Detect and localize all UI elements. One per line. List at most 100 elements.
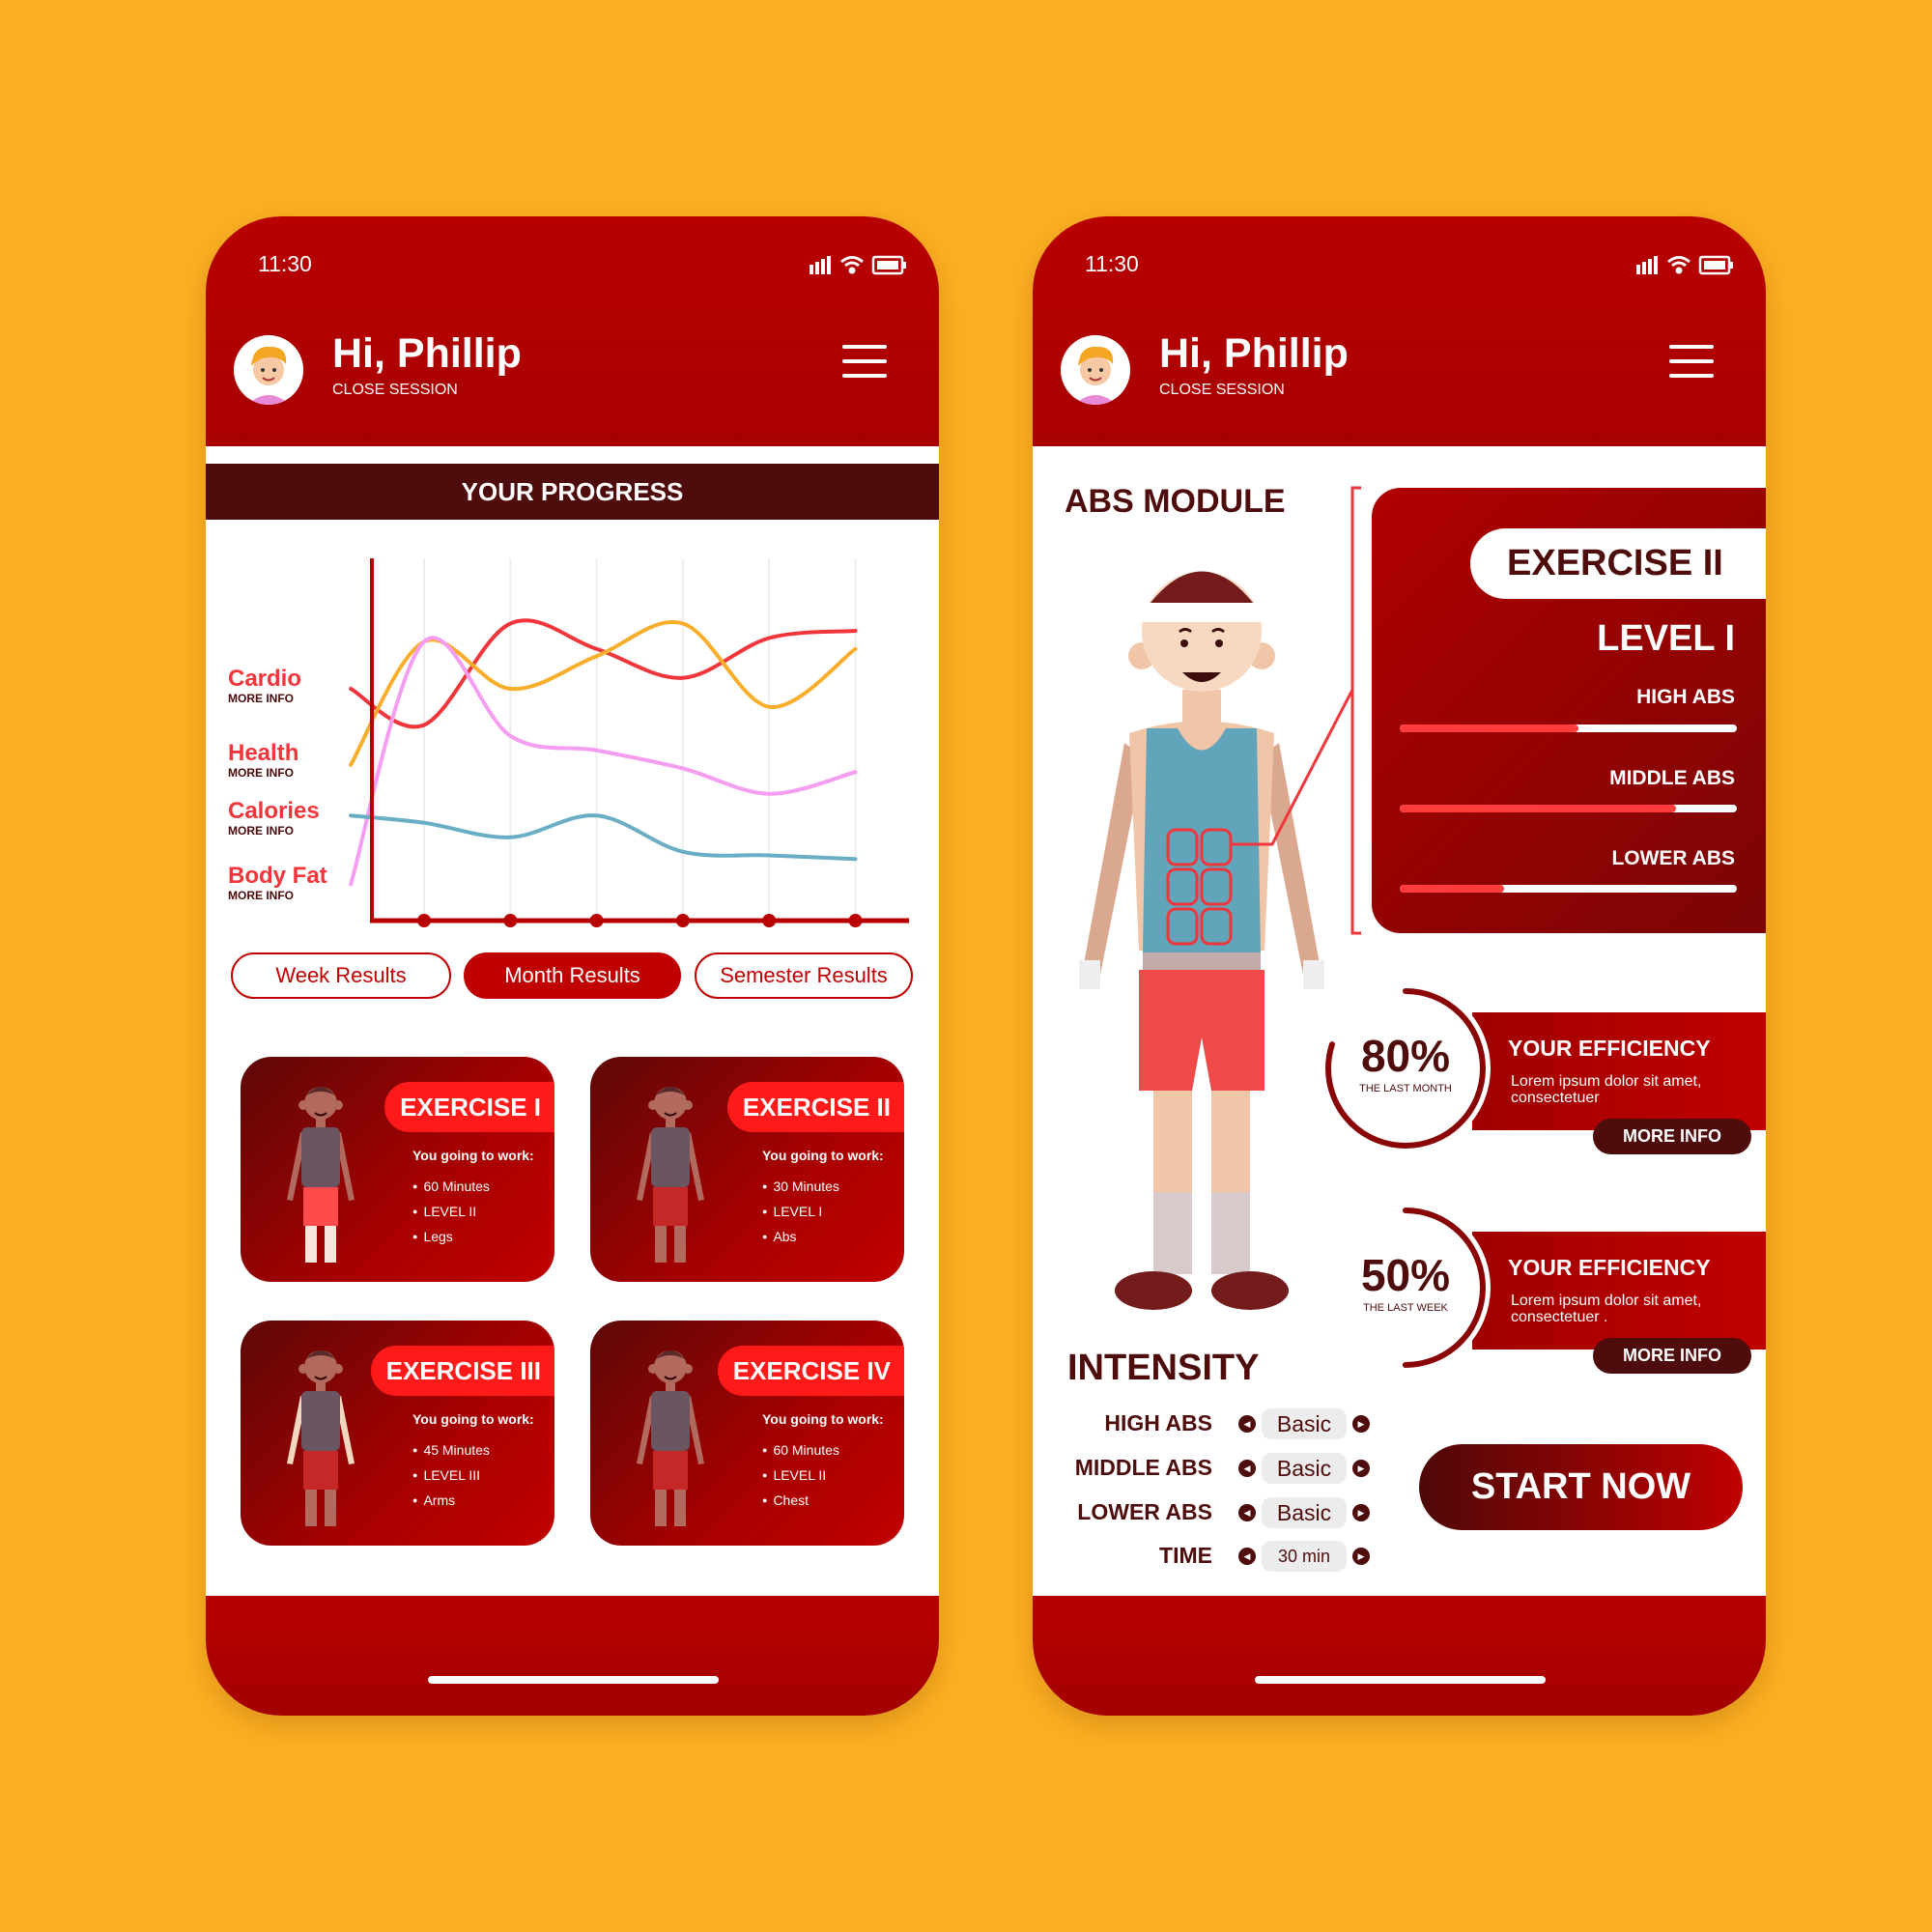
exercise-details: 60 MinutesLEVEL IIChest [762,1442,839,1518]
efficiency-percent: 50% [1360,1250,1451,1300]
exercise-figure [627,1074,714,1267]
chevron-right-icon[interactable]: ▶ [1352,1548,1370,1565]
more-info-link[interactable]: MORE INFO [228,824,320,838]
intensity-value: 30 min [1262,1541,1347,1572]
exercise-card[interactable]: EXERCISE II You going to work: 30 Minute… [590,1057,904,1282]
legend-health[interactable]: Health MORE INFO [228,740,299,781]
intensity-label: HIGH ABS [1104,1410,1212,1435]
bar-label: MIDDLE ABS [1609,767,1735,789]
legend-cardio[interactable]: Cardio MORE INFO [228,666,302,706]
efficiency-title: YOUR EFFICIENCY [1508,1255,1711,1280]
x-tick-dot [848,914,863,927]
chevron-left-icon[interactable]: ◀ [1238,1504,1256,1521]
series-line-3 [349,813,858,862]
semester-results-button[interactable]: Semester Results [695,952,913,999]
progress-chart [349,558,909,927]
menu-icon[interactable] [1669,345,1714,378]
series-line-2 [349,636,858,887]
chevron-right-icon[interactable]: ▶ [1352,1460,1370,1477]
detail-item: Arms [412,1492,490,1518]
efficiency-text: Lorem ipsum dolor sit amet, consectetuer… [1511,1293,1702,1325]
more-info-link[interactable]: MORE INFO [228,766,298,780]
wifi-icon [1667,256,1690,274]
intensity-title: INTENSITY [1067,1348,1260,1388]
x-tick-dot [589,914,604,927]
home-indicator[interactable] [428,1676,719,1684]
x-tick-dot [675,914,690,927]
exercise-details: 60 MinutesLEVEL IILegs [412,1179,490,1254]
exercise-figure [627,1338,714,1531]
intensity-label: LOWER ABS [1077,1499,1212,1524]
more-info-link[interactable]: MORE INFO [228,692,301,705]
x-tick-dot [762,914,777,927]
progress-fill [1400,805,1677,812]
series-line-0 [349,618,858,729]
exercise-title: EXERCISE I [384,1082,554,1132]
more-info-link[interactable]: MORE INFO [228,889,327,902]
month-results-button[interactable]: Month Results [464,952,681,999]
legend-label: Health [228,740,299,766]
exercise-card[interactable]: EXERCISE IV You going to work: 60 Minute… [590,1321,904,1546]
detail-item: LEVEL III [412,1467,490,1492]
efficiency-percent: 80% [1360,1031,1451,1081]
intensity-label: MIDDLE ABS [1074,1455,1212,1480]
exercise-details: 45 MinutesLEVEL IIIArms [412,1442,490,1518]
progress-fill [1400,724,1578,732]
legend-calories[interactable]: Calories MORE INFO [228,799,320,838]
legend-label: Body Fat [228,863,327,889]
efficiency-band [1472,1232,1766,1350]
chevron-left-icon[interactable]: ◀ [1238,1415,1256,1433]
detail-item: 45 Minutes [412,1442,489,1467]
detail-item: Chest [762,1492,839,1518]
efficiency-band [1472,1012,1766,1130]
signal-icon [1636,256,1658,274]
exercise-title: EXERCISE III [370,1346,554,1396]
efficiency-period: THE LAST MONTH [1359,1083,1452,1094]
efficiency-period: THE LAST WEEK [1363,1302,1448,1314]
chevron-left-icon[interactable]: ◀ [1238,1460,1256,1477]
legend-body-fat[interactable]: Body Fat MORE INFO [228,863,327,903]
exercise-title: EXERCISE IV [717,1346,904,1396]
detail-item: LEVEL II [762,1467,839,1492]
high-abs-progress [1400,724,1737,732]
progress-fill [1400,885,1505,893]
exercise-intro: You going to work: [412,1411,534,1427]
exercise-card[interactable]: EXERCISE I You going to work: 60 Minutes… [241,1057,554,1282]
week-results-button[interactable]: Week Results [231,952,451,999]
detail-item: 60 Minutes [412,1179,489,1204]
chevron-right-icon[interactable]: ▶ [1352,1415,1370,1433]
exercise-intro: You going to work: [762,1411,884,1427]
detail-item: Legs [412,1229,490,1254]
lower-abs-progress [1400,885,1737,893]
exercise-intro: You going to work: [762,1148,884,1163]
exercise-details: 30 MinutesLEVEL IAbs [762,1179,839,1254]
status-icons [1636,255,1733,275]
exercise-intro: You going to work: [412,1148,534,1163]
bar-label: HIGH ABS [1636,686,1735,708]
more-info-button[interactable]: MORE INFO [1593,1338,1751,1374]
body-figure [1079,571,1354,1310]
detail-item: 60 Minutes [762,1442,838,1467]
detail-item: LEVEL I [762,1204,839,1229]
start-now-button[interactable]: START NOW [1419,1444,1743,1530]
exercise-figure [277,1338,364,1531]
exercise-title: EXERCISE II [1470,528,1766,599]
chevron-right-icon[interactable]: ▶ [1352,1504,1370,1521]
battery-icon [1698,255,1733,275]
efficiency-title: YOUR EFFICIENCY [1508,1036,1711,1061]
chevron-left-icon[interactable]: ◀ [1238,1548,1256,1565]
legend-label: Calories [228,798,320,824]
x-tick-dot [503,914,518,927]
efficiency-text: Lorem ipsum dolor sit amet, consectetuer [1511,1073,1702,1106]
bottom-bar [206,1596,939,1716]
home-indicator[interactable] [1255,1676,1546,1684]
more-info-button[interactable]: MORE INFO [1593,1119,1751,1154]
intensity-value: Basic [1262,1408,1347,1439]
exercise-card[interactable]: EXERCISE III You going to work: 45 Minut… [241,1321,554,1546]
legend-label: Cardio [228,666,302,692]
abs-module-phone: 11:30 Hi, Phillip CLOSE SESSION ABS MODU… [1033,216,1766,1716]
detail-item: 30 Minutes [762,1179,838,1204]
x-tick-dot [417,914,431,927]
detail-item: Abs [762,1229,839,1254]
bar-label: LOWER ABS [1611,847,1735,869]
